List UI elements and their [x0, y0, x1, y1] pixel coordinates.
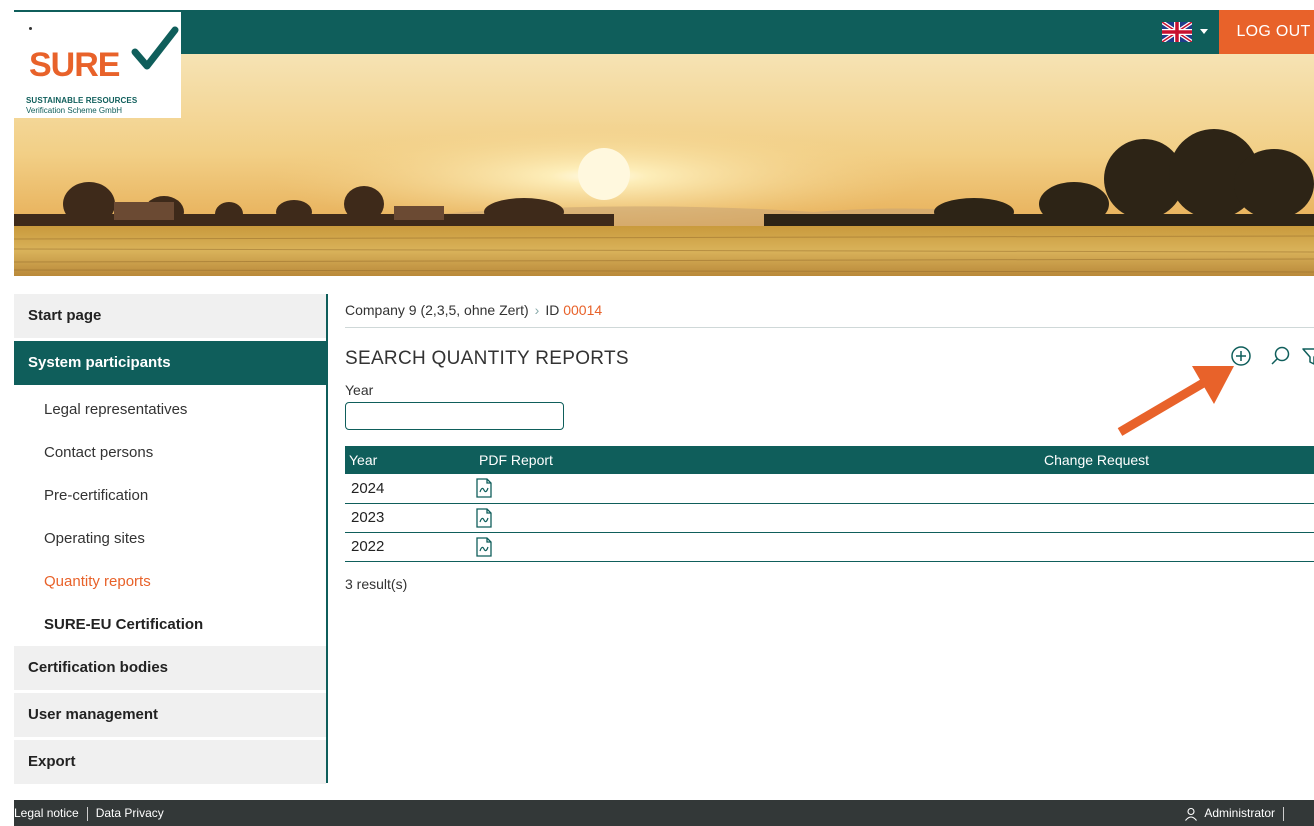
cell-pdf-report — [475, 503, 1040, 533]
sidebar-item-export[interactable]: Export — [14, 740, 326, 784]
sidebar-nav: Start page System participants Legal rep… — [14, 294, 326, 787]
main-content: Company 9 (2,3,5, ohne Zert) › ID 00014 SE… — [345, 294, 1314, 592]
user-icon — [1185, 807, 1198, 821]
pdf-report-icon[interactable] — [475, 536, 493, 557]
breadcrumb: Company 9 (2,3,5, ohne Zert) › ID 00014 — [345, 294, 1314, 328]
table-row[interactable]: 2024 — [345, 474, 1314, 504]
cell-change-request — [1040, 474, 1314, 504]
language-dropdown-caret-icon[interactable] — [1200, 29, 1208, 34]
table-header-row: Year PDF Report Change Request — [345, 446, 1314, 474]
chevron-right-icon: › — [534, 302, 540, 318]
top-bar: LOG OUT — [14, 10, 1314, 54]
cell-year: 2023 — [345, 503, 475, 533]
footer-separator — [86, 806, 88, 821]
footer: Legal notice Data Privacy Administrator — [14, 800, 1314, 826]
cell-pdf-report — [475, 532, 1040, 562]
cell-year: 2022 — [345, 532, 475, 562]
footer-data-privacy-link[interactable]: Data Privacy — [96, 806, 164, 820]
logo-tagline-2: Verification Scheme GmbH — [26, 106, 123, 115]
footer-separator — [1283, 806, 1284, 821]
sidebar-item-operating-sites[interactable]: Operating sites — [14, 517, 326, 560]
header-banner-image — [14, 54, 1314, 276]
uk-flag-icon[interactable] — [1162, 22, 1192, 42]
year-filter-input[interactable] — [345, 402, 564, 430]
logout-button[interactable]: LOG OUT — [1219, 10, 1314, 54]
search-icon[interactable] — [1269, 344, 1293, 368]
add-plus-circle-icon[interactable] — [1229, 344, 1253, 368]
cell-change-request — [1040, 503, 1314, 533]
cell-pdf-report — [475, 474, 1040, 504]
result-count: 3 result(s) — [345, 575, 408, 592]
column-header-pdf-report[interactable]: PDF Report — [475, 446, 1040, 474]
footer-legal-notice-link[interactable]: Legal notice — [14, 806, 79, 820]
table-row[interactable]: 2023 — [345, 503, 1314, 533]
sure-logo[interactable]: SURE SUSTAINABLE RESOURCES Verification … — [14, 12, 181, 118]
logo-tagline-1: SUSTAINABLE RESOURCES — [26, 96, 138, 105]
sidebar-item-pre-certification[interactable]: Pre-certification — [14, 474, 326, 517]
pdf-report-icon[interactable] — [475, 507, 493, 528]
footer-user-name[interactable]: Administrator — [1204, 806, 1275, 820]
sidebar-item-legal-representatives[interactable]: Legal representatives — [14, 388, 326, 431]
sidebar-divider — [326, 294, 328, 783]
cell-year: 2024 — [345, 474, 475, 504]
column-header-change-request[interactable]: Change Request — [1040, 446, 1314, 474]
sidebar-item-quantity-reports[interactable]: Quantity reports — [14, 560, 326, 603]
table-row[interactable]: 2022 — [345, 532, 1314, 562]
breadcrumb-id-label: ID — [545, 302, 560, 318]
quantity-reports-table: Year PDF Report Change Request 2024 2023 — [345, 446, 1314, 562]
logo-dot — [29, 27, 32, 30]
column-header-year[interactable]: Year — [345, 446, 475, 474]
cell-change-request — [1040, 532, 1314, 562]
logo-wordmark: SURE — [29, 46, 120, 84]
breadcrumb-id-value[interactable]: 00014 — [563, 302, 602, 318]
sidebar-item-contact-persons[interactable]: Contact persons — [14, 431, 326, 474]
sidebar-item-system-participants[interactable]: System participants — [14, 341, 326, 385]
sidebar-item-start-page[interactable]: Start page — [14, 294, 326, 338]
page-title: SEARCH QUANTITY REPORTS — [345, 348, 629, 369]
filter-icon[interactable] — [1300, 344, 1314, 368]
year-filter-label: Year — [345, 382, 374, 398]
uk-flag-graphic — [1162, 22, 1192, 42]
sidebar-item-certification-bodies[interactable]: Certification bodies — [14, 646, 326, 690]
pdf-report-icon[interactable] — [475, 478, 493, 498]
sidebar-item-sure-eu-certification[interactable]: SURE-EU Certification — [14, 603, 326, 646]
breadcrumb-company[interactable]: Company 9 (2,3,5, ohne Zert) — [345, 302, 529, 318]
sidebar-item-user-management[interactable]: User management — [14, 693, 326, 737]
checkmark-icon — [131, 26, 179, 70]
